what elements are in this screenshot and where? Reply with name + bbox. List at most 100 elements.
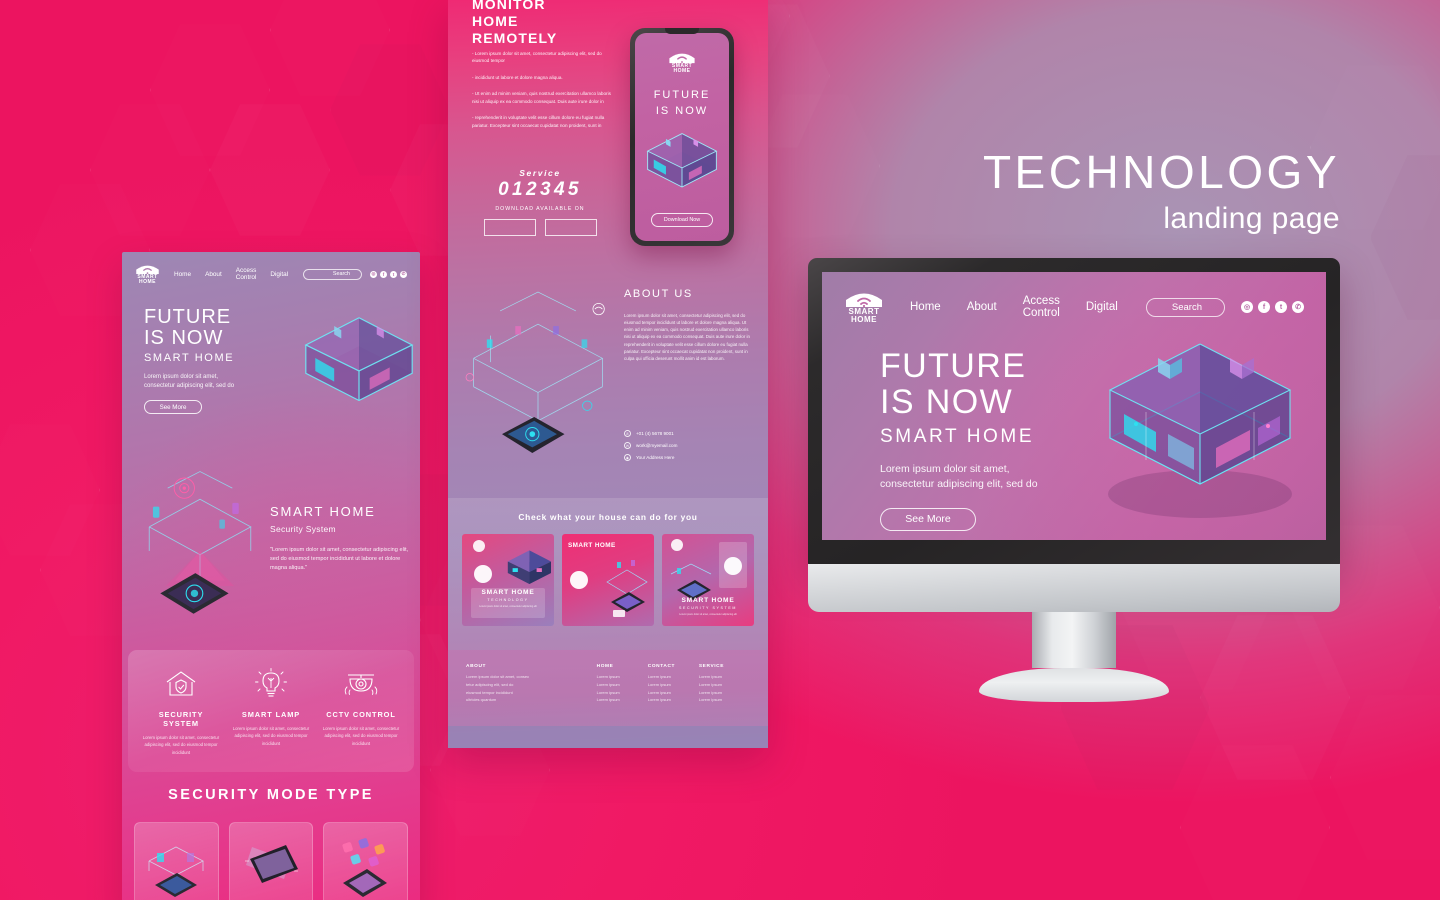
instagram-icon[interactable]: ◎ <box>370 270 377 278</box>
poster-row: SMART HOME TECHNOLOGY Lorem ipsum dolor … <box>448 522 768 626</box>
location-icon: ◉ <box>624 454 631 461</box>
contact-row[interactable]: ◉ Your Address Here <box>624 454 752 461</box>
nav-link-home[interactable]: Home <box>910 301 941 313</box>
contact-row[interactable]: ✆ +01 (4) 5678 9001 <box>624 430 752 437</box>
feature-item[interactable]: SMART LAMP Lorem ipsum dolor sit amet, c… <box>226 666 316 762</box>
monitor-navbar: SMART HOME Home About Access Control Dig… <box>822 272 1326 324</box>
mode-card[interactable]: TYPE B <box>228 822 314 900</box>
poster-subtitle: SECURITY SYSTEM <box>679 606 737 610</box>
poster-title: SMART HOME <box>681 597 735 604</box>
phone-apps-icon <box>333 837 399 900</box>
search-placeholder: Search <box>332 271 350 277</box>
contact-row[interactable]: ✉ work@myemail.com <box>624 442 752 449</box>
check-section: Check what your house can do for you SMA… <box>448 498 768 650</box>
title-sub: landing page <box>1163 202 1340 236</box>
contact-text: work@myemail.com <box>636 443 678 448</box>
footer-links: Lorem ipsum Lorem ipsum Lorem ipsum Lore… <box>698 674 722 703</box>
nav-link-digital[interactable]: Digital <box>1086 301 1118 313</box>
see-more-button[interactable]: See More <box>144 400 202 415</box>
contact-text: +01 (4) 5678 9001 <box>636 431 674 436</box>
whatsapp-icon[interactable]: ✆ <box>400 270 407 278</box>
store-badges <box>472 219 608 236</box>
feature-desc: Lorem ipsum dolor sit amet, consectetur … <box>142 735 220 755</box>
service-number: 012345 <box>498 179 582 200</box>
about-paragraph: Lorem ipsum dolor sit amet, consectetur … <box>624 313 750 361</box>
poster-card[interactable]: SMART HOME <box>562 534 654 626</box>
app-store-badge[interactable] <box>483 219 536 236</box>
left-webpage-mockup: SMART HOME Home About Access Control Dig… <box>122 252 420 900</box>
brand-logo[interactable]: SMART HOME <box>135 263 160 285</box>
brand-name: SMART HOME <box>671 63 693 74</box>
poster-title: TECHNOLOGY landing page <box>900 148 1340 236</box>
phone-house-illustration <box>635 128 729 204</box>
twitter-icon[interactable]: t <box>390 270 397 278</box>
nav-link-access-control[interactable]: Access Control <box>1023 295 1060 319</box>
google-play-badge[interactable] <box>544 219 597 236</box>
poster-subtitle: TECHNOLOGY <box>487 598 529 602</box>
service-label: Service <box>519 168 561 178</box>
feature-desc: Lorem ipsum dolor sit amet, consectetur … <box>322 726 400 746</box>
nav-link-digital[interactable]: Digital <box>270 271 288 278</box>
footer-about-column: ABOUT Lorem ipsum dolor sit amet, consec… <box>466 664 597 726</box>
search-input[interactable]: Search <box>1145 297 1225 317</box>
feature-item[interactable]: CCTV CONTROL Lorem ipsum dolor sit amet,… <box>316 666 406 762</box>
features-card: SECURITY SYSTEM Lorem ipsum dolor sit am… <box>128 650 414 772</box>
search-input[interactable]: Search <box>303 268 362 280</box>
footer-links: Lorem ipsum Lorem ipsum Lorem ipsum Lore… <box>647 674 671 703</box>
mode-card[interactable]: TYPE A <box>134 822 219 900</box>
download-label: DOWNLOAD AVAILABLE ON <box>495 206 585 212</box>
service-number-block: Service 012345 <box>472 168 608 201</box>
title-main: TECHNOLOGY <box>982 146 1340 198</box>
poster-text: Lorem ipsum dolor sit amet, consectetur … <box>479 605 537 608</box>
center-webpage-mockup: MONITOR HOME REMOTELY - Lorem ipsum dolo… <box>448 0 768 748</box>
desktop-monitor-mockup: SMART HOME Home About Access Control Dig… <box>808 258 1340 702</box>
brand-logo[interactable]: SMART HOME <box>844 290 884 324</box>
feature-desc: Lorem ipsum dolor sit amet, consectetur … <box>232 726 310 746</box>
monitor-stand-neck <box>1032 612 1116 668</box>
bullet-item: - Ut enim ad minim veniam, quis nostrud … <box>472 91 611 104</box>
twitter-icon[interactable]: t <box>1275 301 1287 313</box>
phone-screen: SMART HOME FUTURE IS NOW Download Now <box>635 33 729 241</box>
footer-heading: CONTACT <box>647 664 676 669</box>
poster-card[interactable]: SMART HOME TECHNOLOGY Lorem ipsum dolor … <box>462 534 554 626</box>
poster-card[interactable]: SMART HOME SECURITY SYSTEM Lorem ipsum d… <box>662 534 754 626</box>
feature-item[interactable]: SECURITY SYSTEM Lorem ipsum dolor sit am… <box>136 666 226 762</box>
isometric-house-illustration <box>294 310 420 426</box>
section-title: SMART HOME <box>270 504 376 519</box>
nav-link-access-control[interactable]: Access Control <box>236 267 257 281</box>
bullet-item: - Lorem ipsum dolor sit amet, consectetu… <box>472 51 602 64</box>
smart-home-security-section: SMART HOME Security System "Lorem ipsum … <box>270 504 412 573</box>
poster-text: Lorem ipsum dolor sit amet, consectetur … <box>679 613 737 616</box>
tablet-icon <box>238 839 304 900</box>
mode-card[interactable]: TYPE C <box>323 822 409 900</box>
footer-column-contact: CONTACT Lorem ipsum Lorem ipsum Lorem ip… <box>648 664 699 726</box>
footer-bottom-bar <box>448 726 768 748</box>
isometric-house-illustration <box>1090 334 1310 524</box>
brand-logo[interactable]: SMART HOME <box>667 51 697 74</box>
whatsapp-icon[interactable]: ✆ <box>1292 301 1304 313</box>
nav-links: Home About Access Control Digital <box>884 295 1118 319</box>
nav-link-home[interactable]: Home <box>174 271 191 278</box>
nav-link-about[interactable]: About <box>205 271 222 278</box>
page-footer: ABOUT Lorem ipsum dolor sit amet, consec… <box>448 650 768 726</box>
contact-list: ✆ +01 (4) 5678 9001 ✉ work@myemail.com ◉… <box>624 430 752 466</box>
facebook-icon[interactable]: f <box>380 270 387 278</box>
instagram-icon[interactable]: ◎ <box>1241 301 1253 313</box>
footer-column-service: SERVICE Lorem ipsum Lorem ipsum Lorem ip… <box>699 664 750 726</box>
security-system-illustration <box>140 460 260 640</box>
phone-mockup: SMART HOME FUTURE IS NOW Download Now <box>630 28 734 246</box>
see-more-button[interactable]: See More <box>880 507 976 531</box>
phone-icon: ✆ <box>624 430 631 437</box>
nav-link-about[interactable]: About <box>967 301 997 313</box>
brand-name: SMART HOME <box>137 274 158 285</box>
nav-links: Home About Access Control Digital <box>160 267 288 281</box>
download-now-button[interactable]: Download Now <box>651 213 713 227</box>
section-subtitle: Security System <box>270 524 336 534</box>
footer-heading: HOME <box>596 664 614 669</box>
phone-notch <box>665 28 699 34</box>
facebook-icon[interactable]: f <box>1258 301 1270 313</box>
footer-column-home: HOME Lorem ipsum Lorem ipsum Lorem ipsum… <box>597 664 648 726</box>
section-quote: "Lorem ipsum dolor sit amet, consectetur… <box>270 547 409 571</box>
mail-icon: ✉ <box>624 442 631 449</box>
footer-heading: SERVICE <box>698 664 725 669</box>
